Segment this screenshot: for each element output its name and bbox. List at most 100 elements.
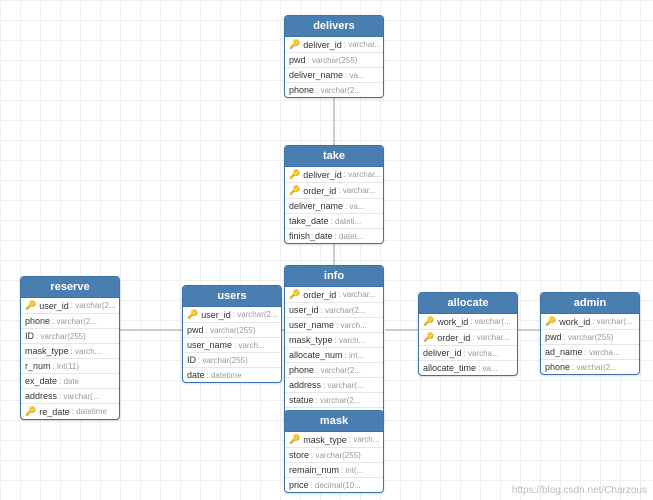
column-row: user_name: varch... [183,338,281,353]
entity-reserve[interactable]: reserve 🔑user_id: varchar(2...phone: var… [20,276,120,420]
column-name: pwd [289,55,306,65]
column-type: : varchar(... [470,317,510,326]
column-name: deliver_id [303,40,342,50]
entity-users[interactable]: users 🔑user_id: varchar(2...pwd: varchar… [182,285,282,383]
entity-header: take [285,146,383,167]
key-icon: 🔑 [25,300,36,311]
column-type: : varchar... [338,290,375,299]
column-name: user_id [201,310,231,320]
entity-body: 🔑user_id: varchar(2...pwd: varchar(255)u… [183,307,281,382]
entity-header: admin [541,293,639,314]
column-type: : varchar(255) [198,356,248,365]
column-row: 🔑mask_type: varch... [285,432,383,448]
entity-allocate[interactable]: allocate 🔑work_id: varchar(...🔑order_id:… [418,292,518,376]
column-name: deliver_id [303,170,342,180]
column-name: remain_num [289,465,339,475]
column-row: address: varchar(... [285,378,383,393]
column-type: : varchar... [344,170,381,179]
key-icon: 🔑 [289,39,300,50]
entity-admin[interactable]: admin 🔑work_id: varchar(...pwd: varchar(… [540,292,640,375]
entity-header: mask [285,411,383,432]
column-type: : varchar... [344,40,381,49]
column-row: 🔑user_id: varchar(2... [183,307,281,323]
column-type: : varchar(2... [572,363,617,372]
column-row: phone: varchar(2... [21,314,119,329]
column-name: date [187,370,205,380]
entity-header: delivers [285,16,383,37]
column-type: : varch... [71,347,102,356]
column-row: user_id: varchar(2... [285,303,383,318]
column-type: : varchar(255) [564,333,614,342]
column-row: allocate_num: int... [285,348,383,363]
key-icon: 🔑 [289,185,300,196]
column-name: deliver_name [289,70,343,80]
column-row: take_date: dateti... [285,214,383,229]
entity-body: 🔑user_id: varchar(2...phone: varchar(2..… [21,298,119,419]
column-row: ex_date: date [21,374,119,389]
entity-mask[interactable]: mask 🔑mask_type: varch...store: varchar(… [284,410,384,493]
key-icon: 🔑 [289,434,300,445]
column-name: mask_type [289,335,333,345]
column-type: : varchar(2... [52,317,97,326]
column-row: r_num: int(11) [21,359,119,374]
entity-take[interactable]: take 🔑deliver_id: varchar...🔑order_id: v… [284,145,384,244]
column-name: take_date [289,216,329,226]
entity-body: 🔑work_id: varchar(...🔑order_id: varchar.… [419,314,517,375]
column-name: statue [289,395,314,405]
column-type: : varchar(2... [233,310,278,319]
column-name: deliver_id [423,348,462,358]
column-row: 🔑work_id: varchar(... [419,314,517,330]
column-type: : va... [478,364,498,373]
column-name: mask_type [303,435,347,445]
column-row: ad_name: varcha... [541,345,639,360]
column-row: 🔑order_id: varchar... [285,287,383,303]
column-row: pwd: varchar(255) [541,330,639,345]
column-type: : va... [345,202,365,211]
entity-header: reserve [21,277,119,298]
column-row: mask_type: varch... [21,344,119,359]
column-row: 🔑deliver_id: varchar... [285,167,383,183]
column-row: statue: varchar(2... [285,393,383,408]
column-row: address: varchar(... [21,389,119,404]
column-row: phone: varchar(2... [285,83,383,97]
column-type: : varchar(2... [316,86,361,95]
column-row: phone: varchar(2... [285,363,383,378]
column-row: price: decimal(10... [285,478,383,492]
column-type: : varchar(255) [206,326,256,335]
column-type: : varchar(... [323,381,363,390]
column-row: pwd: varchar(255) [183,323,281,338]
column-name: deliver_name [289,201,343,211]
column-type: : varch... [234,341,265,350]
column-name: phone [545,362,570,372]
column-name: user_id [289,305,319,315]
column-type: : datetime [207,371,242,380]
column-type: : varcha... [585,348,620,357]
column-type: : varchar(... [59,392,99,401]
entity-info[interactable]: info 🔑order_id: varchar...user_id: varch… [284,265,384,423]
watermark-text: https://blog.csdn.net/Charzous [512,485,647,496]
column-type: : decimal(10... [311,481,361,490]
column-name: allocate_num [289,350,343,360]
column-type: : varcha... [464,349,499,358]
column-type: : varch... [349,435,380,444]
entity-body: 🔑work_id: varchar(...pwd: varchar(255)ad… [541,314,639,374]
column-row: pwd: varchar(255) [285,53,383,68]
column-name: order_id [437,333,470,343]
column-name: price [289,480,309,490]
column-row: deliver_id: varcha... [419,346,517,361]
key-icon: 🔑 [187,309,198,320]
column-name: user_name [289,320,334,330]
entity-header: users [183,286,281,307]
column-type: : varchar... [472,333,509,342]
column-type: : varch... [335,336,366,345]
column-name: finish_date [289,231,333,241]
entity-header: info [285,266,383,287]
entity-delivers[interactable]: delivers 🔑deliver_id: varchar...pwd: var… [284,15,384,98]
column-name: order_id [303,186,336,196]
column-type: : datet... [335,232,364,241]
column-type: : int(... [341,466,363,475]
diagram-canvas: delivers 🔑deliver_id: varchar...pwd: var… [0,0,653,500]
column-type: : varchar(2... [316,396,361,405]
column-type: : varch... [336,321,367,330]
key-icon: 🔑 [289,169,300,180]
